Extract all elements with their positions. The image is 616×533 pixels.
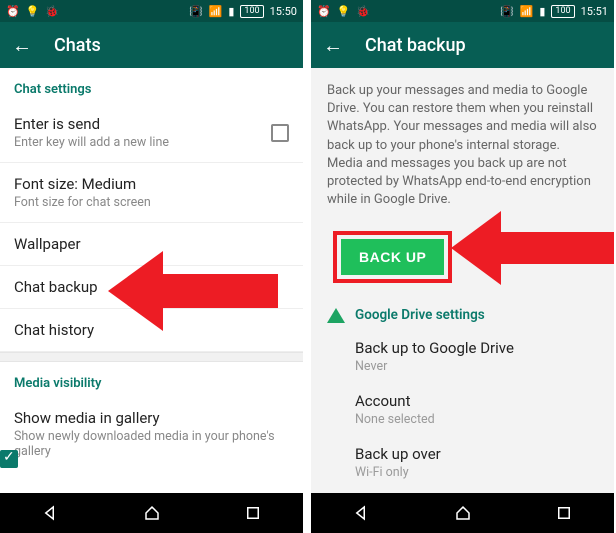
battery-indicator: 100 [240,5,263,18]
row-title: Show media in gallery [14,409,289,427]
row-wallpaper[interactable]: Wallpaper [0,223,303,266]
section-media-visibility: Media visibility [0,362,303,397]
screen-chat-backup: ⏰ 💡 🐞 📳 📶 ▮ 100 15:51 ← Chat backup Back… [311,0,614,533]
bug-icon: 🐞 [45,5,59,18]
google-drive-settings-header: Google Drive settings [327,307,598,323]
row-subtitle: None selected [355,412,598,427]
drive-icon [327,308,345,323]
app-bar: ← Chat backup [311,22,614,68]
row-subtitle: Show newly downloaded media in your phon… [14,429,289,459]
appbar-title: Chat backup [365,35,466,56]
app-bar: ← Chats [0,22,303,68]
row-subtitle: Enter key will add a new line [14,135,289,150]
signal-icon: ▮ [228,5,234,18]
alarm-icon: ⏰ [317,5,331,18]
back-icon[interactable]: ← [12,35,32,55]
wifi-icon: 📶 [209,5,223,18]
backup-scroll[interactable]: Back up your messages and media to Googl… [311,68,614,493]
clock-text: 15:50 [270,5,297,18]
checkbox-show-media[interactable] [0,450,18,468]
nav-bar [311,493,614,533]
row-backup-to-drive[interactable]: Back up to Google Drive Never [327,331,598,384]
battery-indicator: 100 [551,5,574,18]
row-title: Enter is send [14,115,289,133]
wifi-icon: 📶 [520,5,534,18]
section-chat-settings: Chat settings [0,68,303,103]
checkbox-enter-is-send[interactable] [271,124,289,142]
row-title: Chat backup [14,278,289,296]
nav-recent-icon[interactable] [244,504,262,522]
nav-home-icon[interactable] [454,504,472,522]
nav-home-icon[interactable] [143,504,161,522]
status-bar: ⏰ 💡 🐞 📳 📶 ▮ 100 15:50 [0,0,303,22]
row-subtitle: Wi-Fi only [355,465,598,480]
row-subtitle: Never [355,359,598,374]
screen-chats: ⏰ 💡 🐞 📳 📶 ▮ 100 15:50 ← Chats Chat setti… [0,0,303,533]
row-subtitle: Font size for chat screen [14,195,289,210]
nav-recent-icon[interactable] [555,504,573,522]
status-bar: ⏰ 💡 🐞 📳 📶 ▮ 100 15:51 [311,0,614,22]
row-backup-over[interactable]: Back up over Wi-Fi only [327,437,598,490]
bulb-icon: 💡 [26,5,40,18]
row-show-media[interactable]: Show media in gallery Show newly downloa… [0,397,303,493]
section-divider [0,352,303,362]
row-title: Wallpaper [14,235,289,253]
backup-button-highlight: BACK UP [327,225,458,289]
gd-header-text: Google Drive settings [355,307,485,323]
vibrate-icon: 📳 [500,5,514,18]
row-title: Back up over [355,445,598,463]
vibrate-icon: 📳 [189,5,203,18]
row-account[interactable]: Account None selected [327,384,598,437]
signal-icon: ▮ [539,5,545,18]
nav-back-icon[interactable] [42,504,60,522]
bulb-icon: 💡 [337,5,351,18]
settings-list[interactable]: Chat settings Enter is send Enter key wi… [0,68,303,493]
row-font-size[interactable]: Font size: Medium Font size for chat scr… [0,163,303,223]
nav-bar [0,493,303,533]
row-chat-history[interactable]: Chat history [0,309,303,352]
row-enter-is-send[interactable]: Enter is send Enter key will add a new l… [0,103,303,163]
backup-button[interactable]: BACK UP [341,239,444,275]
clock-text: 15:51 [581,5,608,18]
row-title: Account [355,392,598,410]
backup-description: Back up your messages and media to Googl… [311,68,614,219]
row-title: Back up to Google Drive [355,339,598,357]
appbar-title: Chats [54,35,101,56]
row-chat-backup[interactable]: Chat backup [0,266,303,309]
row-title: Font size: Medium [14,175,289,193]
bug-icon: 🐞 [356,5,370,18]
row-include-videos[interactable]: Include videos [327,490,598,493]
alarm-icon: ⏰ [6,5,20,18]
nav-back-icon[interactable] [353,504,371,522]
row-title: Chat history [14,321,289,339]
back-icon[interactable]: ← [323,35,343,55]
